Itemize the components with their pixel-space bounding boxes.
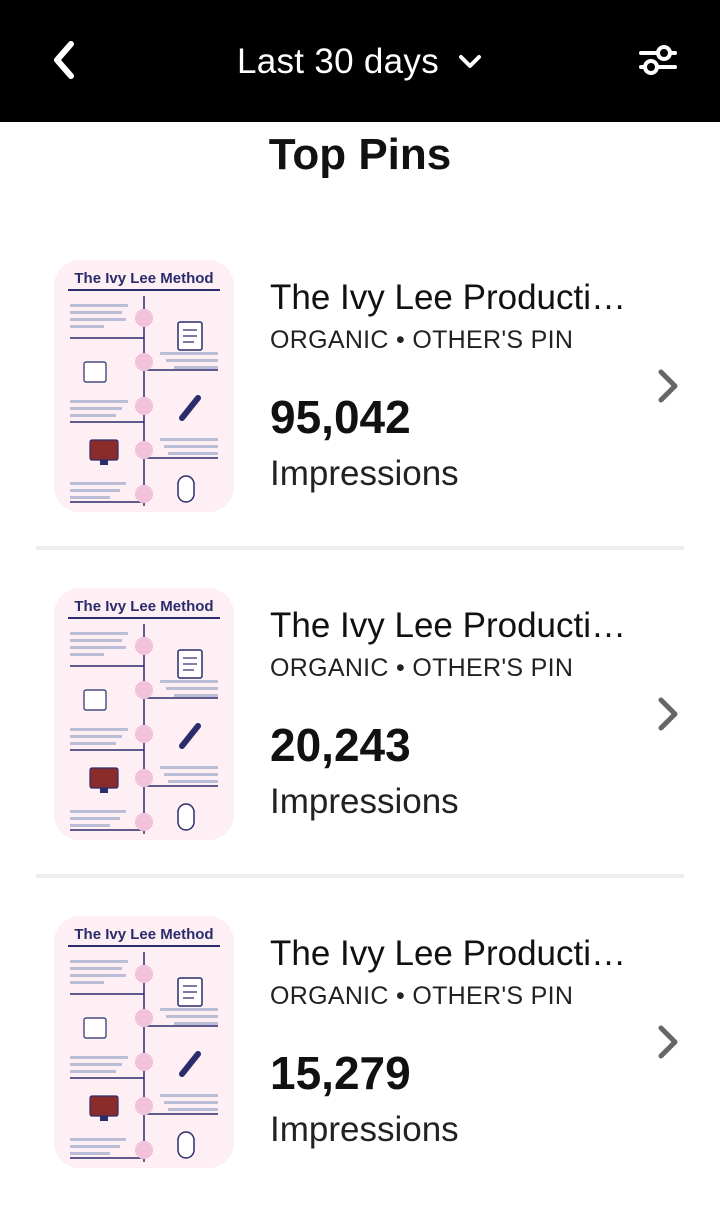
back-button[interactable] [40,36,88,84]
row-divider [36,874,684,878]
pin-thumbnail: The Ivy Lee Method [54,588,234,840]
row-divider [36,546,684,550]
top-app-bar: Last 30 days [0,0,720,122]
pin-impressions-value: 20,243 [270,719,411,771]
chevron-left-icon [54,41,74,79]
pin-metric-label: Impressions [270,454,459,493]
chevron-down-icon [457,53,483,71]
top-pins-list: The Ivy Lee Method The Ivy Lee Producti…… [0,248,720,1232]
chevron-right-icon [658,369,678,403]
pin-tags: ORGANIC • OTHER'S PIN [270,326,574,354]
date-range-dropdown[interactable]: Last 30 days [200,34,520,90]
pin-title: The Ivy Lee Producti… [270,606,626,645]
pin-tags: ORGANIC • OTHER'S PIN [270,982,574,1010]
pin-metric-label: Impressions [270,782,459,821]
pin-tags: ORGANIC • OTHER'S PIN [270,654,574,682]
chevron-right-icon [658,697,678,731]
chevron-right-icon [658,1025,678,1059]
pin-title: The Ivy Lee Producti… [270,934,626,973]
pin-metric-label: Impressions [270,1110,459,1149]
page-title: Top Pins [268,130,452,179]
filter-button[interactable] [632,36,684,84]
thumbnail-title: The Ivy Lee Method [74,926,214,943]
pin-thumbnail: The Ivy Lee Method [54,916,234,1168]
pin-title: The Ivy Lee Producti… [270,278,626,317]
sliders-icon [639,45,677,75]
pin-thumbnail: The Ivy Lee Method [54,260,234,512]
date-range-label: Last 30 days [236,42,440,81]
pin-impressions-value: 95,042 [270,391,411,443]
pin-row[interactable]: The Ivy Lee Method The Ivy Lee Producti…… [0,576,720,904]
pin-row[interactable]: The Ivy Lee Method The Ivy Lee Producti…… [0,904,720,1232]
thumbnail-title: The Ivy Lee Method [74,270,214,287]
pin-impressions-value: 15,279 [270,1047,411,1099]
pin-row[interactable]: The Ivy Lee Method The Ivy Lee Producti…… [0,248,720,576]
thumbnail-title: The Ivy Lee Method [74,598,214,615]
